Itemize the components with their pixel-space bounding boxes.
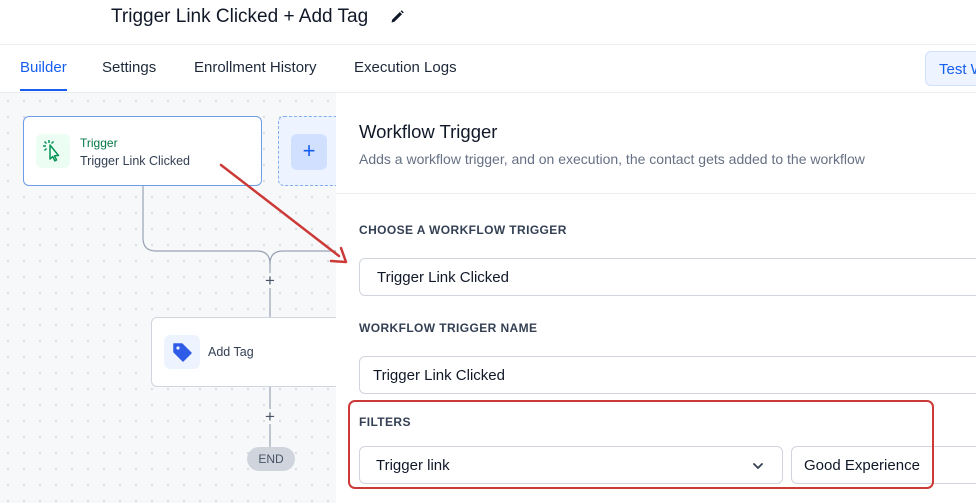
add-tag-node-name: Add Tag (208, 345, 254, 359)
trigger-name-input[interactable]: Trigger Link Clicked (359, 356, 976, 394)
workflow-trigger-panel: Workflow Trigger Adds a workflow trigger… (336, 93, 976, 503)
filter-value-input[interactable]: Good Experience (791, 446, 976, 484)
tag-icon (164, 335, 200, 369)
plus-icon: + (291, 134, 327, 170)
add-trigger-node[interactable]: + (278, 116, 336, 186)
workflow-title: Trigger Link Clicked + Add Tag (111, 6, 369, 27)
active-tab-indicator (20, 89, 67, 91)
choose-trigger-select[interactable]: Trigger Link Clicked (359, 258, 976, 296)
chevron-down-icon (753, 463, 763, 469)
tab-execution-logs[interactable]: Execution Logs (354, 59, 457, 76)
panel-subtitle: Adds a workflow trigger, and on executio… (359, 151, 865, 167)
cursor-click-icon (36, 134, 70, 168)
tab-builder[interactable]: Builder (20, 59, 67, 76)
tab-bar: Builder Settings Enrollment History Exec… (0, 45, 976, 93)
filters-label: FILTERS (359, 415, 411, 429)
test-workflow-button[interactable]: Test Workflow (925, 51, 976, 86)
tab-settings[interactable]: Settings (102, 59, 156, 76)
trigger-node-name: Trigger Link Clicked (80, 154, 190, 168)
workflow-header: Trigger Link Clicked + Add Tag (0, 0, 976, 45)
add-tag-node[interactable]: Add Tag (151, 317, 336, 387)
panel-title: Workflow Trigger (359, 121, 498, 142)
trigger-node[interactable]: Trigger Trigger Link Clicked (23, 116, 262, 186)
pencil-icon[interactable] (389, 9, 405, 25)
filter-field-select[interactable]: Trigger link (359, 446, 783, 484)
trigger-node-label: Trigger (80, 136, 118, 150)
choose-trigger-label: CHOOSE A WORKFLOW TRIGGER (359, 223, 567, 237)
tab-enrollment-history[interactable]: Enrollment History (194, 59, 317, 76)
filter-value-text: Good Experience (804, 457, 920, 474)
add-step-button-2[interactable]: + (262, 408, 278, 425)
trigger-name-label: WORKFLOW TRIGGER NAME (359, 321, 538, 335)
trigger-name-value: Trigger Link Clicked (373, 367, 505, 384)
choose-trigger-value: Trigger Link Clicked (377, 269, 509, 286)
end-marker: END (247, 447, 295, 471)
add-step-button[interactable]: + (262, 272, 278, 289)
panel-divider (336, 193, 976, 194)
filter-field-value: Trigger link (376, 457, 450, 474)
workflow-canvas[interactable]: Trigger Trigger Link Clicked + + Add Tag… (0, 93, 336, 503)
